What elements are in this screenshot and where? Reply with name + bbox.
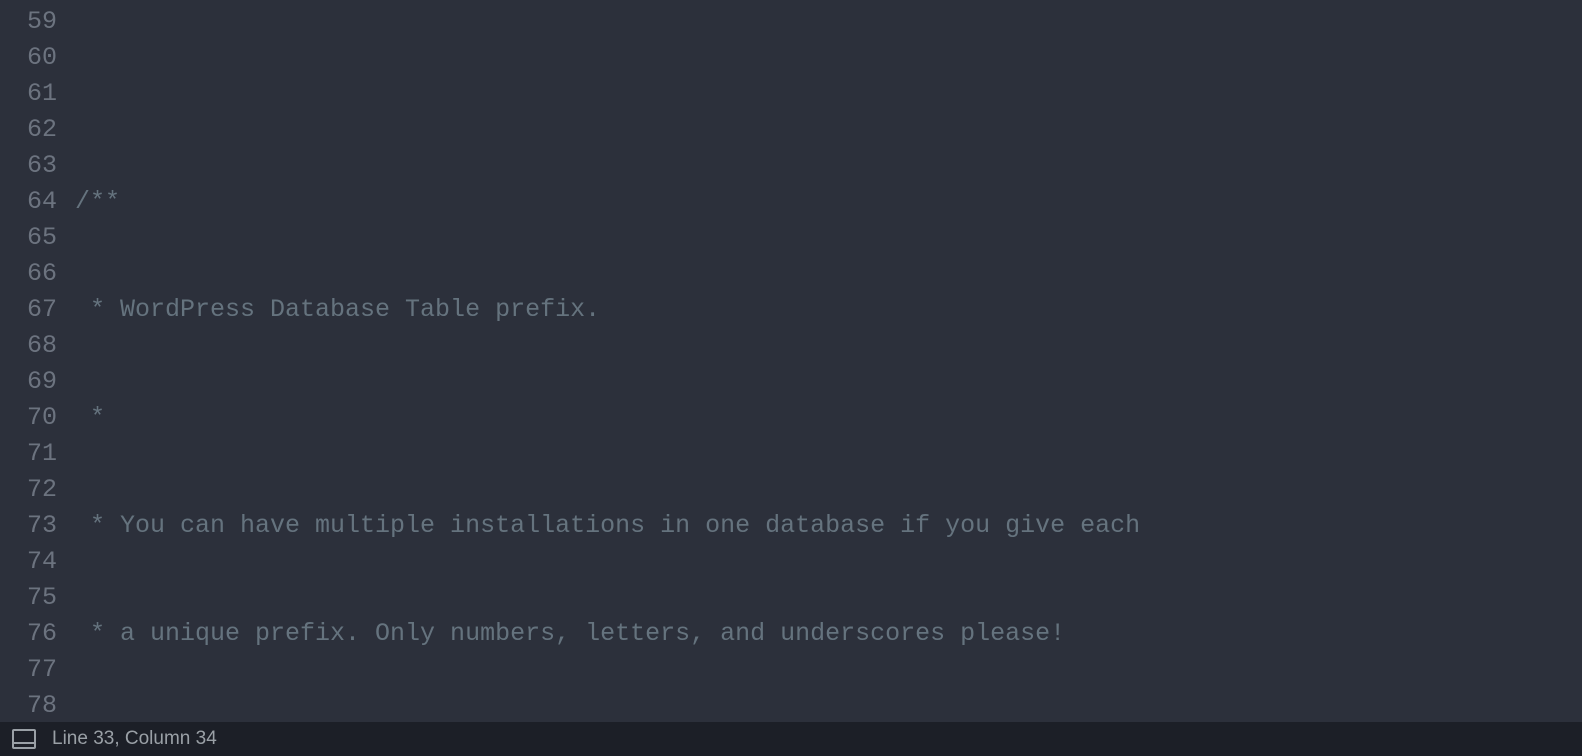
line-number: 63 <box>0 148 57 184</box>
status-bar[interactable]: Line 33, Column 34 <box>0 722 1582 756</box>
line-number: 60 <box>0 40 57 76</box>
line-number: 67 <box>0 292 57 328</box>
line-number: 61 <box>0 76 57 112</box>
line-number: 73 <box>0 508 57 544</box>
line-number: 74 <box>0 544 57 580</box>
comment-text: * <box>75 403 105 432</box>
line-number: 77 <box>0 652 57 688</box>
line-number: 69 <box>0 364 57 400</box>
line-number: 72 <box>0 472 57 508</box>
line-number: 70 <box>0 400 57 436</box>
comment-text: * a unique prefix. Only numbers, letters… <box>75 619 1065 648</box>
comment-text: * WordPress Database Table prefix. <box>75 295 600 324</box>
line-number: 62 <box>0 112 57 148</box>
line-number: 66 <box>0 256 57 292</box>
comment-text: * You can have multiple installations in… <box>75 511 1140 540</box>
line-number: 59 <box>0 4 57 40</box>
code-area[interactable]: 59 60 61 62 63 64 65 66 67 68 69 70 71 7… <box>0 0 1582 722</box>
code-line[interactable]: /** <box>75 184 1582 220</box>
panel-icon[interactable] <box>12 729 36 749</box>
line-number: 76 <box>0 616 57 652</box>
line-number: 71 <box>0 436 57 472</box>
line-number: 64 <box>0 184 57 220</box>
comment-text: /** <box>75 187 120 216</box>
line-number: 75 <box>0 580 57 616</box>
line-number: 65 <box>0 220 57 256</box>
code-line[interactable] <box>75 76 1582 112</box>
code-line[interactable]: * WordPress Database Table prefix. <box>75 292 1582 328</box>
line-number: 68 <box>0 328 57 364</box>
code-content[interactable]: /** * WordPress Database Table prefix. *… <box>75 4 1582 722</box>
code-line[interactable]: * You can have multiple installations in… <box>75 508 1582 544</box>
cursor-position[interactable]: Line 33, Column 34 <box>52 728 217 750</box>
code-editor: 59 60 61 62 63 64 65 66 67 68 69 70 71 7… <box>0 0 1582 756</box>
code-line[interactable]: * <box>75 400 1582 436</box>
code-line[interactable]: * a unique prefix. Only numbers, letters… <box>75 616 1582 652</box>
line-number-gutter: 59 60 61 62 63 64 65 66 67 68 69 70 71 7… <box>0 4 75 722</box>
line-number: 78 <box>0 688 57 722</box>
